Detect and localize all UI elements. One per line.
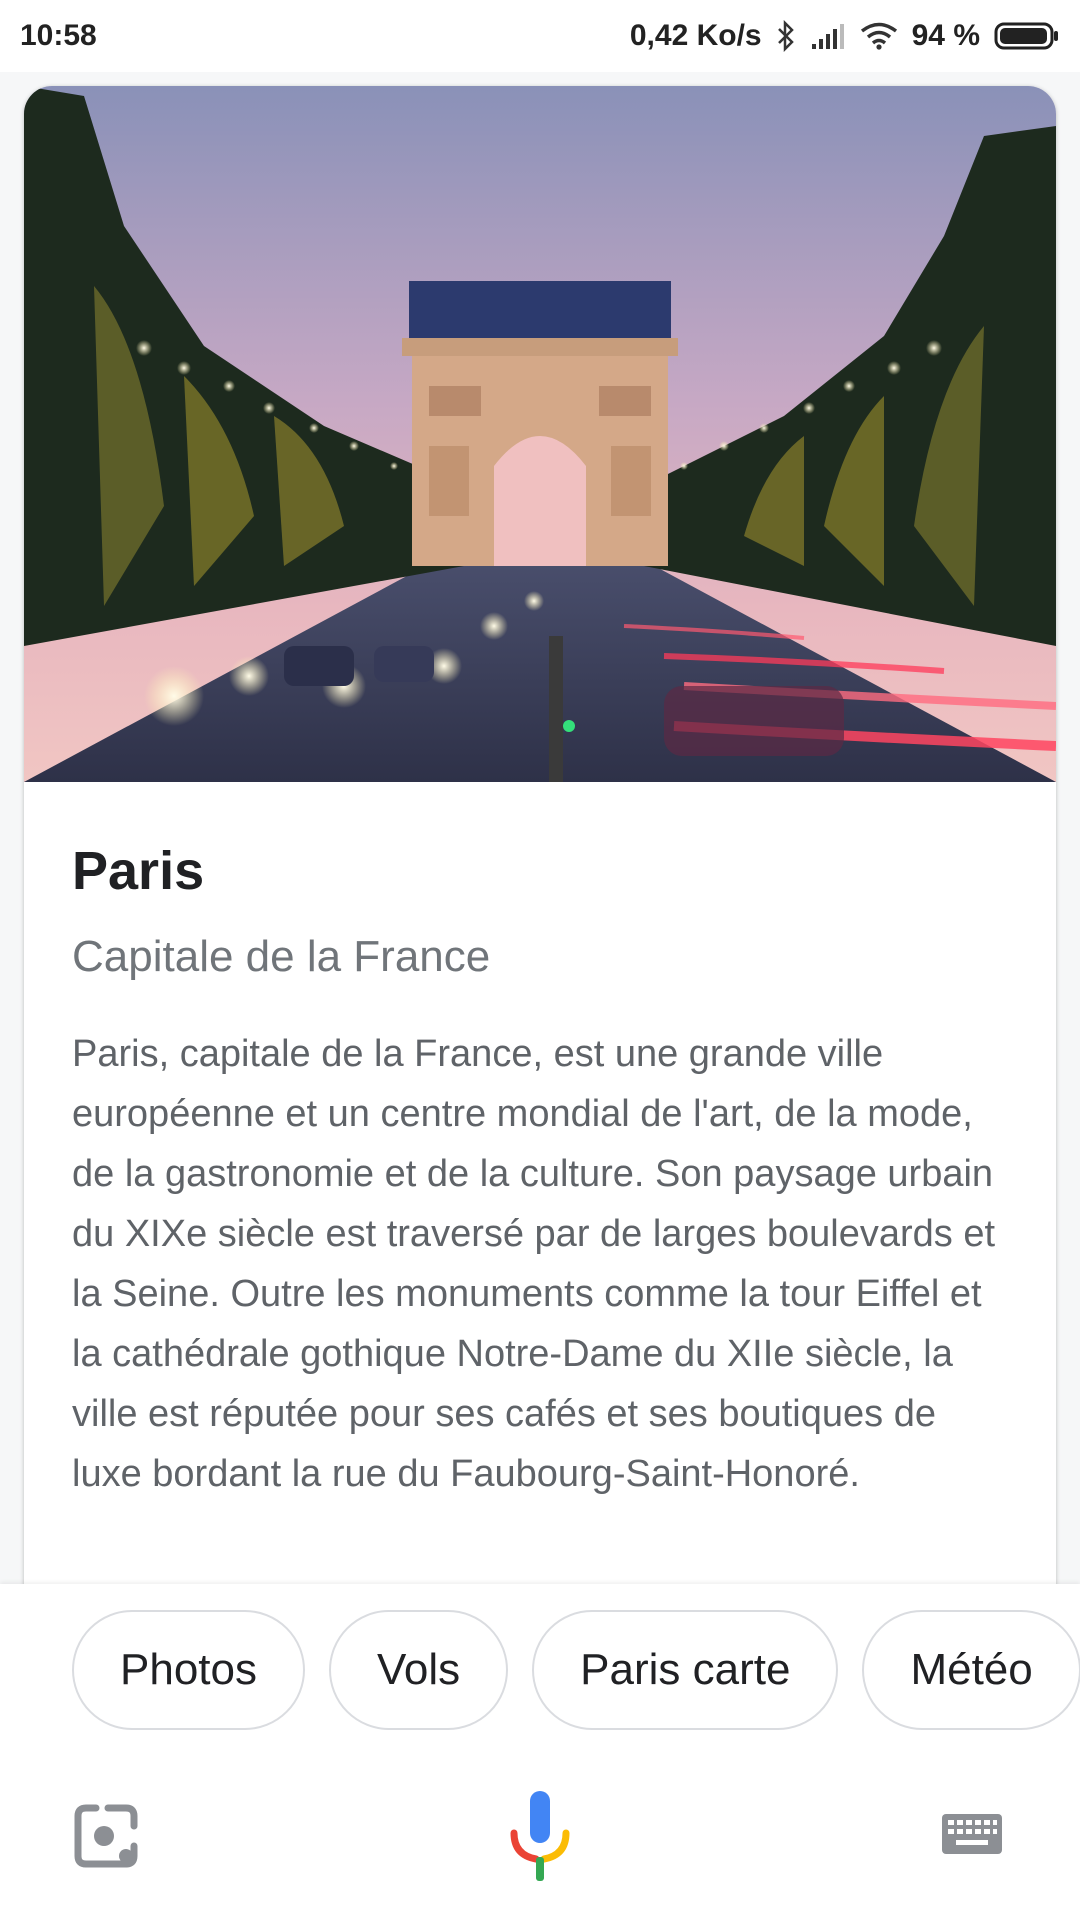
battery-icon — [994, 21, 1060, 51]
suggestion-chips: Photos Vols Paris carte Météo — [72, 1610, 1080, 1730]
paris-hero-image[interactable] — [24, 86, 1056, 782]
keyboard-icon[interactable] — [940, 1810, 1004, 1858]
knowledge-card[interactable]: Paris Capitale de la France Paris, capit… — [24, 86, 1056, 1584]
battery-percent: 94 % — [911, 19, 980, 52]
suggestion-chip-paris-carte[interactable]: Paris carte — [532, 1610, 839, 1730]
bluetooth-icon — [776, 20, 796, 52]
network-speed: 0,42 Ko/s — [629, 19, 762, 52]
lens-icon[interactable] — [72, 1802, 140, 1870]
wifi-icon — [860, 22, 898, 50]
assistant-bottom-panel: Photos Vols Paris carte Météo — [0, 1584, 1080, 1920]
card-body: Paris Capitale de la France Paris, capit… — [24, 782, 1056, 1504]
mic-icon[interactable] — [508, 1791, 572, 1883]
status-time: 10:58 — [20, 19, 97, 52]
signal-icon — [810, 22, 846, 50]
suggestion-chip-photos[interactable]: Photos — [72, 1610, 305, 1730]
suggestion-chip-meteo[interactable]: Météo — [862, 1610, 1080, 1730]
results-area[interactable]: Paris Capitale de la France Paris, capit… — [0, 72, 1080, 1584]
card-title: Paris — [72, 841, 205, 901]
status-bar: 10:58 0,42 Ko/s 94 % — [0, 0, 1080, 72]
suggestion-chip-vols[interactable]: Vols — [328, 1610, 509, 1730]
card-description: Paris, capitale de la France, est une gr… — [72, 1033, 996, 1495]
status-indicators: 0,42 Ko/s 94 % — [630, 19, 1060, 53]
card-subtitle: Capitale de la France — [72, 932, 491, 981]
